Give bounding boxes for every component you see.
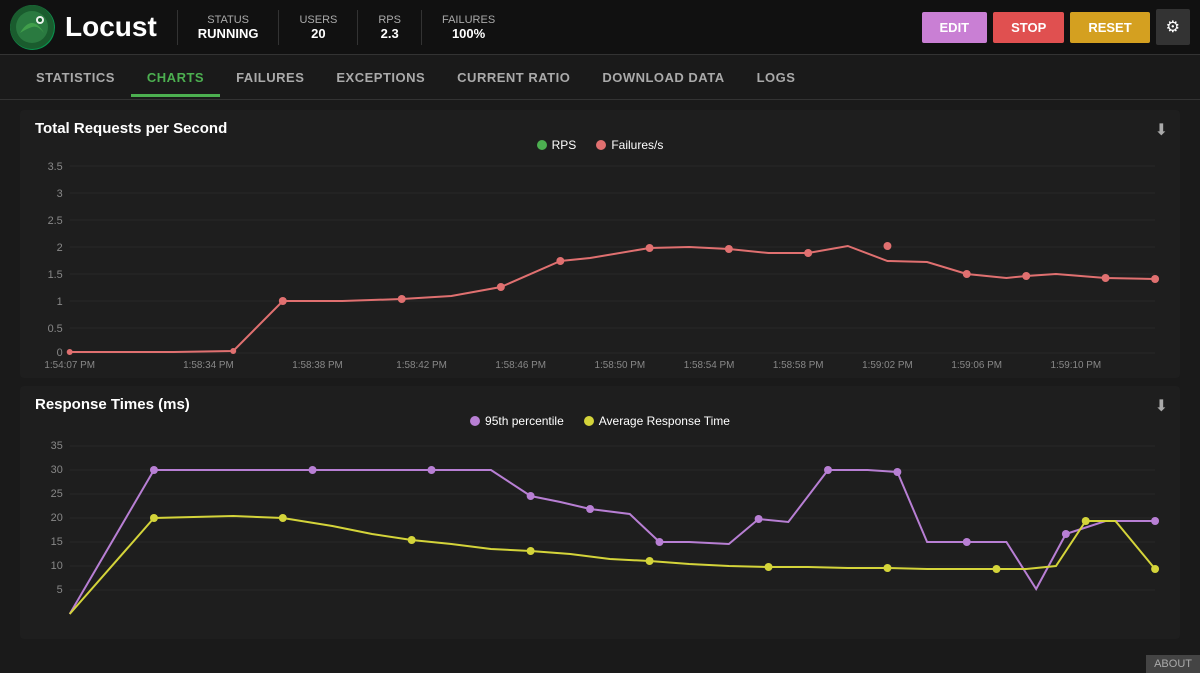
failures-legend-item: Failures/s	[596, 138, 663, 152]
svg-text:0.5: 0.5	[48, 323, 63, 335]
nav: STATISTICS CHARTS FAILURES EXCEPTIONS CU…	[0, 55, 1200, 100]
rps-chart-title: Total Requests per Second	[35, 120, 227, 137]
header: Locust STATUS RUNNING USERS 20 RPS 2.3 F…	[0, 0, 1200, 55]
logo-area: Locust	[10, 5, 157, 50]
rps-chart-svg: 3.5 3 2.5 2 1.5 1 0.5 0	[35, 158, 1165, 368]
nav-failures[interactable]: FAILURES	[220, 58, 320, 97]
svg-text:2.5: 2.5	[48, 215, 63, 227]
users-value: 20	[311, 26, 325, 41]
response-chart-legend: 95th percentile Average Response Time	[35, 414, 1165, 428]
nav-logs[interactable]: LOGS	[741, 58, 812, 97]
svg-text:1:58:58 PM: 1:58:58 PM	[773, 360, 824, 368]
nav-exceptions[interactable]: EXCEPTIONS	[320, 58, 441, 97]
response-chart-wrapper: 35 30 25 20 15 10 5	[35, 434, 1165, 629]
svg-text:1:58:38 PM: 1:58:38 PM	[292, 360, 343, 368]
svg-text:1:59:02 PM: 1:59:02 PM	[862, 360, 913, 368]
nav-charts[interactable]: CHARTS	[131, 58, 220, 97]
response-chart-container: Response Times (ms) ⬇ 95th percentile Av…	[20, 386, 1180, 639]
svg-text:25: 25	[51, 488, 63, 500]
failures-label: FAILURES	[442, 14, 495, 26]
svg-text:1:58:50 PM: 1:58:50 PM	[595, 360, 646, 368]
failures-block: FAILURES 100%	[421, 10, 515, 45]
rps-chart-wrapper: 3.5 3 2.5 2 1.5 1 0.5 0	[35, 158, 1165, 368]
svg-text:3: 3	[57, 188, 63, 200]
charts-area: Total Requests per Second ⬇ RPS Failures…	[0, 100, 1200, 652]
svg-text:0: 0	[57, 347, 63, 359]
rps-download-button[interactable]: ⬇	[1155, 120, 1168, 140]
rps-legend-label: RPS	[552, 138, 577, 152]
svg-text:1:58:46 PM: 1:58:46 PM	[495, 360, 546, 368]
svg-text:1.5: 1.5	[48, 269, 63, 281]
users-label: USERS	[299, 14, 337, 26]
avg-response-legend-dot	[584, 416, 594, 426]
failures-legend-dot	[596, 140, 606, 150]
avg-response-legend-item: Average Response Time	[584, 414, 730, 428]
svg-text:30: 30	[51, 464, 63, 476]
status-label: STATUS	[207, 14, 249, 26]
response-download-button[interactable]: ⬇	[1155, 396, 1168, 416]
avg-response-legend-label: Average Response Time	[599, 414, 730, 428]
svg-text:3.5: 3.5	[48, 161, 63, 173]
svg-text:2: 2	[57, 242, 63, 254]
nav-statistics[interactable]: STATISTICS	[20, 58, 131, 97]
svg-text:1:59:06 PM: 1:59:06 PM	[951, 360, 1002, 368]
rps-chart-legend: RPS Failures/s	[35, 138, 1165, 152]
failures-value: 100%	[452, 26, 485, 41]
response-chart-svg: 35 30 25 20 15 10 5	[35, 434, 1165, 629]
response-chart-title: Response Times (ms)	[35, 396, 190, 413]
svg-text:1:54:07 PM: 1:54:07 PM	[44, 360, 95, 368]
svg-text:1:59:10 PM: 1:59:10 PM	[1050, 360, 1101, 368]
rps-label: RPS	[378, 14, 401, 26]
edit-button[interactable]: EDIT	[922, 12, 988, 43]
svg-text:1:58:34 PM: 1:58:34 PM	[183, 360, 234, 368]
svg-text:35: 35	[51, 440, 63, 452]
failures-legend-label: Failures/s	[611, 138, 663, 152]
rps-legend-item: RPS	[537, 138, 577, 152]
rps-block: RPS 2.3	[357, 10, 421, 45]
svg-text:10: 10	[51, 560, 63, 572]
header-stats: STATUS RUNNING USERS 20 RPS 2.3 FAILURES…	[177, 10, 922, 45]
reset-button[interactable]: RESET	[1070, 12, 1149, 43]
rps-chart-container: Total Requests per Second ⬇ RPS Failures…	[20, 110, 1180, 378]
status-block: STATUS RUNNING	[177, 10, 279, 45]
stop-button[interactable]: STOP	[993, 12, 1064, 43]
rps-value: 2.3	[381, 26, 399, 41]
svg-text:1:58:42 PM: 1:58:42 PM	[396, 360, 447, 368]
app-title: Locust	[65, 11, 157, 43]
svg-text:1: 1	[57, 296, 63, 308]
svg-text:1:58:54 PM: 1:58:54 PM	[684, 360, 735, 368]
header-buttons: EDIT STOP RESET ⚙	[922, 9, 1190, 45]
about-badge[interactable]: ABOUT	[1146, 655, 1200, 673]
users-block: USERS 20	[278, 10, 357, 45]
svg-text:5: 5	[57, 584, 63, 596]
percentile-legend-label: 95th percentile	[485, 414, 564, 428]
svg-text:15: 15	[51, 536, 63, 548]
percentile-legend-item: 95th percentile	[470, 414, 564, 428]
rps-legend-dot	[537, 140, 547, 150]
settings-button[interactable]: ⚙	[1156, 9, 1190, 45]
percentile-legend-dot	[470, 416, 480, 426]
logo-icon	[10, 5, 55, 50]
status-value: RUNNING	[198, 26, 259, 41]
svg-text:20: 20	[51, 512, 63, 524]
nav-download-data[interactable]: DOWNLOAD DATA	[586, 58, 740, 97]
nav-current-ratio[interactable]: CURRENT RATIO	[441, 58, 586, 97]
